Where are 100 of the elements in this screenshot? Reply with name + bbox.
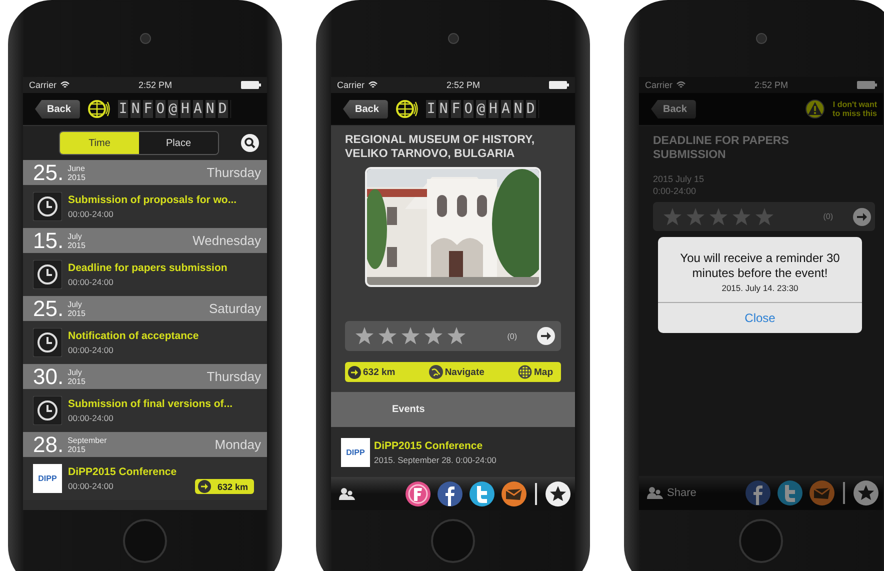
place-title: REGIONAL MUSEUM OF HISTORY, VELIKO TARNOVO, BULGARIA	[344, 133, 536, 162]
clock-icon	[33, 396, 62, 425]
twitter-icon[interactable]	[469, 481, 495, 507]
action-link[interactable]: Navigate	[428, 365, 484, 379]
event-time: 0:00-24:00	[653, 185, 698, 197]
wifi-icon	[676, 81, 686, 89]
clock-icon	[33, 192, 62, 221]
year-label: 2015	[68, 376, 86, 386]
event-row[interactable]: Deadline for papers submission 00:00-24:00	[23, 253, 267, 296]
globe-sound-icon	[88, 98, 110, 120]
event-title: Submission of proposals for wo...	[68, 194, 237, 206]
star-icon[interactable]	[401, 327, 420, 345]
event-time: 00:00-24:00	[68, 277, 114, 287]
event-row[interactable]: Submission of proposals for wo... 00:00-24:00	[23, 185, 267, 228]
star-icon[interactable]	[709, 208, 728, 226]
camera-dot	[140, 33, 150, 44]
battery-icon	[548, 81, 569, 89]
star-icon[interactable]	[755, 208, 774, 226]
back-button[interactable]: Back	[651, 100, 696, 118]
event-title: DEADLINE FOR PAPERS SUBMISSION	[652, 134, 790, 162]
event-logo: DIPP	[341, 438, 370, 466]
event-time: 00:00-24:00	[68, 481, 114, 491]
weekday-label: Thursday	[206, 369, 261, 384]
star-icon[interactable]	[355, 327, 374, 345]
star-icon[interactable]	[732, 208, 751, 226]
arrow-right-icon[interactable]	[853, 208, 871, 226]
share-button[interactable]: Share	[647, 486, 696, 500]
year-label: 2015	[68, 444, 86, 454]
event-row[interactable]: Notification of acceptance 00:00-24:00	[23, 321, 267, 364]
search-icon[interactable]	[241, 134, 259, 152]
event-title: Submission of final versions of...	[68, 398, 233, 410]
arrow-right-icon[interactable]	[537, 327, 555, 345]
star-icon[interactable]	[424, 327, 443, 345]
day-number: 15.	[33, 230, 64, 252]
event-time: 00:00-24:00	[68, 345, 114, 355]
warning-icon[interactable]	[805, 99, 825, 119]
action-link[interactable]: Map	[518, 365, 553, 379]
event-time: 2015. September 28. 0:00-24:00	[374, 454, 496, 464]
star-icon[interactable]	[447, 327, 466, 345]
battery-icon	[856, 81, 877, 89]
carrier-label: Carrier	[29, 80, 57, 90]
rating-count: (0)	[823, 212, 833, 221]
year-label: 2015	[68, 240, 86, 250]
back-button[interactable]: Back	[35, 100, 80, 118]
distance-value: 632 km	[217, 482, 248, 492]
alert-time: 2015. July 14. 23:30	[722, 283, 798, 295]
month-label: July	[68, 300, 82, 308]
star-icon[interactable]	[378, 327, 397, 345]
year-label: 2015	[68, 308, 86, 318]
day-number: 25.	[33, 298, 64, 320]
carrier-label: Carrier	[645, 80, 673, 90]
day-number: 30.	[33, 366, 64, 388]
mail-icon[interactable]	[501, 481, 527, 507]
foursquare-icon[interactable]	[405, 481, 431, 507]
month-label: July	[68, 232, 82, 240]
status-time: 2:52 PM	[754, 80, 788, 90]
back-button[interactable]: Back	[343, 100, 388, 118]
event-title: Deadline for papers submission	[68, 262, 228, 274]
weekday-label: Monday	[214, 437, 261, 452]
action-link[interactable]: 632 km	[348, 366, 396, 378]
carrier-label: Carrier	[337, 80, 365, 90]
event-row[interactable]: DIPP DiPP2015 Conference 2015. September 28. 0:00-24:00	[331, 427, 575, 477]
status-time: 2:52 PM	[138, 80, 172, 90]
arrow-right-icon	[198, 480, 212, 493]
event-row[interactable]: DIPP DiPP2015 Conference 00:00-24:00 632 km	[23, 457, 267, 500]
year-label: 2015	[68, 172, 86, 182]
weekday-label: Wednesday	[192, 233, 261, 248]
reminder-toggle[interactable]: I don't want to miss this	[827, 100, 877, 118]
event-logo: DIPP	[33, 464, 62, 493]
event-time: 00:00-24:00	[68, 209, 114, 219]
star-icon[interactable]	[663, 208, 682, 226]
facebook-icon[interactable]	[437, 481, 463, 507]
app-logo: INFO@HAND	[118, 100, 231, 118]
segment-tab[interactable]: Time	[60, 132, 139, 154]
day-number: 28.	[33, 434, 64, 456]
segment-tab[interactable]: Place	[139, 132, 218, 154]
rating-count: (0)	[507, 332, 517, 340]
people-icon[interactable]	[339, 487, 355, 501]
people-icon	[647, 486, 663, 500]
weekday-label: Saturday	[208, 301, 261, 316]
wifi-icon	[60, 81, 70, 89]
event-title: Notification of acceptance	[68, 330, 199, 342]
month-label: June	[68, 164, 86, 172]
wifi-icon	[368, 81, 378, 89]
twitter-icon[interactable]	[777, 480, 803, 506]
event-title: DiPP2015 Conference	[68, 466, 177, 478]
clock-icon	[33, 328, 62, 357]
share-label: Share	[667, 487, 696, 499]
event-title: DiPP2015 Conference	[374, 440, 484, 452]
event-row[interactable]: Submission of final versions of... 00:00-24:00	[23, 389, 267, 432]
section-header: Events	[331, 392, 575, 427]
weekday-label: Thursday	[206, 165, 261, 180]
globe-icon	[518, 365, 532, 379]
facebook-icon[interactable]	[745, 480, 771, 506]
star-icon[interactable]	[686, 208, 705, 226]
navigate-icon	[428, 365, 443, 379]
clock-icon	[33, 260, 62, 289]
status-time: 2:52 PM	[446, 80, 480, 90]
day-number: 25.	[33, 162, 64, 184]
month-label: July	[68, 368, 82, 376]
